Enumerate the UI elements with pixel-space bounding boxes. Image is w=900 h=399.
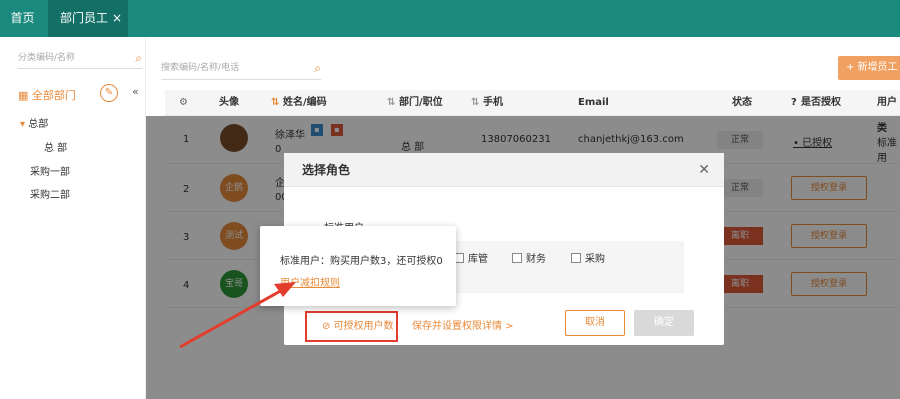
grid-icon: ▦ bbox=[18, 89, 32, 102]
employee-search-input[interactable]: 搜索编码/名称/电话 ⌕ bbox=[161, 60, 321, 80]
table-header: ⚙ 头像 ⇅ 姓名/编码 ⇅ 部门/职位 ⇅ 手机 Email 状态 ? 是否授… bbox=[165, 90, 900, 134]
close-icon[interactable]: × bbox=[112, 0, 122, 37]
tab-bar: 首页 部门员工 × bbox=[0, 0, 900, 37]
cancel-button[interactable]: 取消 bbox=[565, 310, 625, 336]
search-icon[interactable]: ⌕ bbox=[314, 60, 321, 76]
all-departments-label: 全部部门 bbox=[31, 89, 76, 102]
role-options bbox=[454, 241, 684, 293]
checkbox-finance[interactable]: 财务 bbox=[512, 250, 546, 265]
confirm-button[interactable]: 确定 bbox=[634, 310, 694, 336]
caret-down-icon: ▾ bbox=[20, 119, 29, 130]
tooltip-text: 标准用户：购买用户数3，还可授权0 bbox=[280, 256, 443, 267]
checkbox-label: 财务 bbox=[526, 254, 546, 265]
close-icon[interactable]: ✕ bbox=[698, 153, 710, 187]
sort-icon[interactable]: ⇅ bbox=[387, 90, 395, 116]
checkbox-label: 采购 bbox=[585, 254, 605, 265]
all-departments[interactable]: ▦ 全部部门 bbox=[18, 87, 76, 103]
sort-icon[interactable]: ⇅ bbox=[471, 90, 479, 116]
tree-item-purchase-2[interactable]: 采购二部 bbox=[30, 186, 70, 201]
col-phone: 手机 bbox=[483, 97, 503, 108]
col-name: 姓名/编码 bbox=[283, 97, 327, 108]
grant-tooltip: 标准用户：购买用户数3，还可授权0 用户减扣规则 bbox=[260, 226, 456, 306]
tree-item-purchase-1[interactable]: 采购一部 bbox=[30, 163, 70, 178]
help-icon: ? bbox=[791, 97, 797, 108]
tab-home[interactable]: 首页 bbox=[0, 0, 45, 37]
edit-icon[interactable]: ✎ bbox=[100, 84, 118, 102]
col-authorized: 是否授权 bbox=[801, 97, 841, 108]
save-and-set-permissions-link[interactable]: 保存并设置权限详情 > bbox=[412, 317, 514, 332]
tab-department-staff[interactable]: 部门员工 × bbox=[48, 0, 128, 37]
checkbox-label: 库管 bbox=[468, 254, 488, 265]
col-email: Email bbox=[578, 97, 609, 108]
sort-icon[interactable]: ⇅ bbox=[271, 90, 279, 116]
search-placeholder: 分类编码/名称 bbox=[18, 53, 76, 63]
checkbox-icon bbox=[571, 253, 581, 263]
tree-item-hq[interactable]: ▾ 总部 bbox=[20, 115, 48, 130]
col-avatar: 头像 bbox=[219, 97, 239, 108]
checkbox-icon bbox=[512, 253, 522, 263]
col-status: 状态 bbox=[732, 97, 752, 108]
settings-icon[interactable]: ⚙ bbox=[179, 90, 188, 116]
search-placeholder: 搜索编码/名称/电话 bbox=[161, 63, 240, 73]
col-dept: 部门/职位 bbox=[399, 97, 443, 108]
deduction-rules-link[interactable]: 用户减扣规则 bbox=[280, 274, 340, 289]
checkbox-purchase[interactable]: 采购 bbox=[571, 250, 605, 265]
department-sidebar: 分类编码/名称 ⌕ ▦ 全部部门 ✎ « ▾ 总部 总 部 采购一部 采购二部 bbox=[0, 37, 146, 399]
tab-label: 部门员工 bbox=[60, 11, 109, 25]
search-icon[interactable]: ⌕ bbox=[135, 49, 142, 67]
add-employee-button[interactable]: + 新增员工 bbox=[838, 56, 900, 80]
highlight-box bbox=[305, 311, 398, 342]
tree-item-hq-sub[interactable]: 总 部 bbox=[44, 139, 67, 154]
tree-label: 总部 bbox=[28, 119, 49, 130]
category-search-input[interactable]: 分类编码/名称 ⌕ bbox=[18, 49, 142, 69]
dialog-header: 选择角色 ✕ bbox=[284, 153, 724, 187]
dialog-title: 选择角色 bbox=[302, 163, 351, 177]
collapse-icon[interactable]: « bbox=[132, 85, 139, 98]
checkbox-warehouse[interactable]: 库管 bbox=[454, 250, 488, 265]
